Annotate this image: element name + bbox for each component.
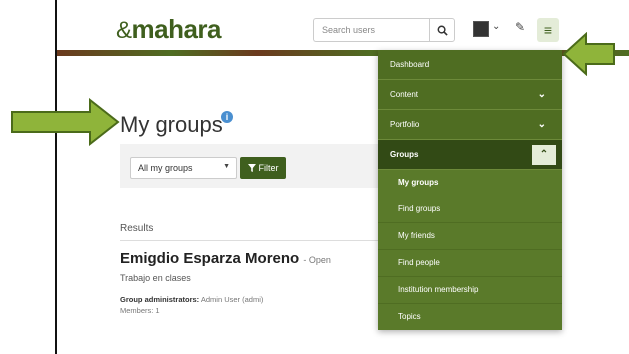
search-button[interactable] xyxy=(429,18,455,42)
nav-subitem-institution-membership[interactable]: Institution membership xyxy=(378,277,562,303)
group-title: Emigdio Esparza Moreno - Open xyxy=(120,250,331,267)
group-admins: Group administrators: Admin User (admi) xyxy=(120,295,264,304)
user-avatar[interactable] xyxy=(473,21,489,37)
group-description: Trabajo en clases xyxy=(120,273,191,283)
nav-subitem-my-groups[interactable]: My groups xyxy=(378,170,562,196)
nav-item-content[interactable]: Content ⌄ xyxy=(378,80,562,110)
menu-button[interactable]: ≡ xyxy=(537,18,559,42)
nav-item-dashboard[interactable]: Dashboard xyxy=(378,50,562,80)
info-icon[interactable]: i xyxy=(221,111,233,123)
caret-down-icon: ▼ xyxy=(223,163,230,170)
nav-subitem-find-groups[interactable]: Find groups xyxy=(378,196,562,222)
annotation-arrow-right xyxy=(562,32,615,76)
search-input[interactable]: Search users xyxy=(313,18,429,42)
chevron-up-icon[interactable]: ⌃ xyxy=(532,145,556,165)
mahara-logo[interactable]: &mahara xyxy=(116,14,222,45)
results-label: Results xyxy=(120,223,154,234)
search-icon xyxy=(437,25,448,36)
wrench-icon[interactable]: ✎ xyxy=(515,20,525,34)
chevron-down-icon: ⌄ xyxy=(537,119,546,130)
filter-button[interactable]: Filter xyxy=(240,157,286,179)
chevron-down-icon: ⌄ xyxy=(537,89,546,100)
group-members: Members: 1 xyxy=(120,306,160,315)
group-filter-select[interactable]: All my groups ▼ xyxy=(130,157,237,179)
hamburger-icon: ≡ xyxy=(543,22,553,38)
admin-user-link[interactable]: Admin User (admi) xyxy=(201,295,264,304)
nav-subitem-find-people[interactable]: Find people xyxy=(378,250,562,276)
page: &mahara Search users ⌄ ✎ ≡ My groups i A… xyxy=(0,0,629,354)
nav-item-groups[interactable]: Groups ⌃ xyxy=(378,140,562,170)
page-title: My groups xyxy=(120,112,223,137)
main-nav-dropdown: Dashboard Content ⌄ Portfolio ⌄ Groups ⌃… xyxy=(378,50,562,330)
nav-subitem-topics[interactable]: Topics xyxy=(378,304,562,330)
chevron-down-icon[interactable]: ⌄ xyxy=(492,21,500,32)
funnel-icon xyxy=(247,164,256,172)
nav-item-portfolio[interactable]: Portfolio ⌄ xyxy=(378,110,562,140)
annotation-arrow-left xyxy=(11,98,120,146)
nav-subitem-my-friends[interactable]: My friends xyxy=(378,223,562,249)
group-name-link[interactable]: Emigdio Esparza Moreno xyxy=(120,250,299,267)
group-status: - Open xyxy=(303,255,331,265)
